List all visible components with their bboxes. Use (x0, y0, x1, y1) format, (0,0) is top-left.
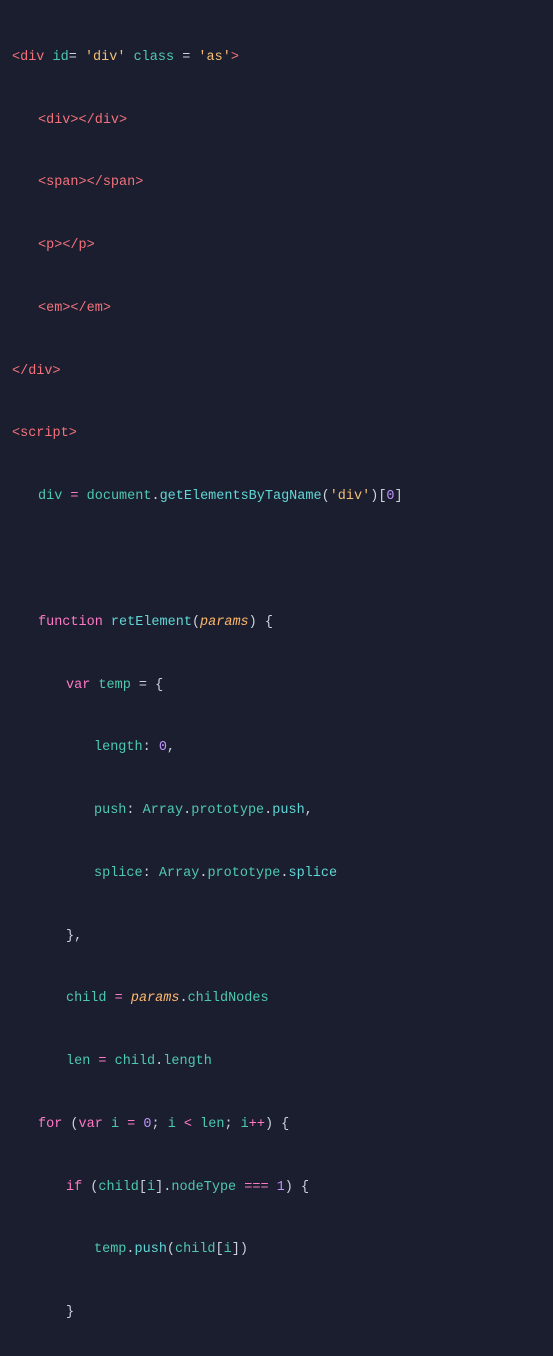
tag-name: div (20, 50, 44, 65)
line-15: }, (10, 927, 553, 948)
line-16: child = params.childNodes (10, 989, 553, 1010)
line-11: var temp = { (10, 676, 553, 697)
attr-id: id (53, 50, 69, 65)
code-editor: <div id= 'div' class = 'as'> <div></div>… (10, 6, 553, 1356)
line-14: splice: Array.prototype.splice (10, 864, 553, 885)
attr-class-val: 'as' (198, 50, 230, 65)
line-10: function retElement(params) { (10, 613, 553, 634)
line-5: <em></em> (10, 299, 553, 320)
bracket-close: > (231, 50, 239, 65)
line-1: <div id= 'div' class = 'as'> (10, 48, 553, 69)
line-3: <span></span> (10, 173, 553, 194)
attr-id-val: 'div' (85, 50, 126, 65)
line-19: if (child[i].nodeType === 1) { (10, 1178, 553, 1199)
line-9 (10, 550, 553, 571)
line-13: push: Array.prototype.push, (10, 801, 553, 822)
line-20: temp.push(child[i]) (10, 1240, 553, 1261)
line-18: for (var i = 0; i < len; i++) { (10, 1115, 553, 1136)
attr-class: class (134, 50, 175, 65)
line-8: div = document.getElementsByTagName('div… (10, 487, 553, 508)
line-6: </div> (10, 362, 553, 383)
bracket: < (12, 50, 20, 65)
line-7: <script> (10, 424, 553, 445)
line-17: len = child.length (10, 1052, 553, 1073)
line-12: length: 0, (10, 738, 553, 759)
line-2: <div></div> (10, 111, 553, 132)
line-21: } (10, 1303, 553, 1324)
line-4: <p></p> (10, 236, 553, 257)
